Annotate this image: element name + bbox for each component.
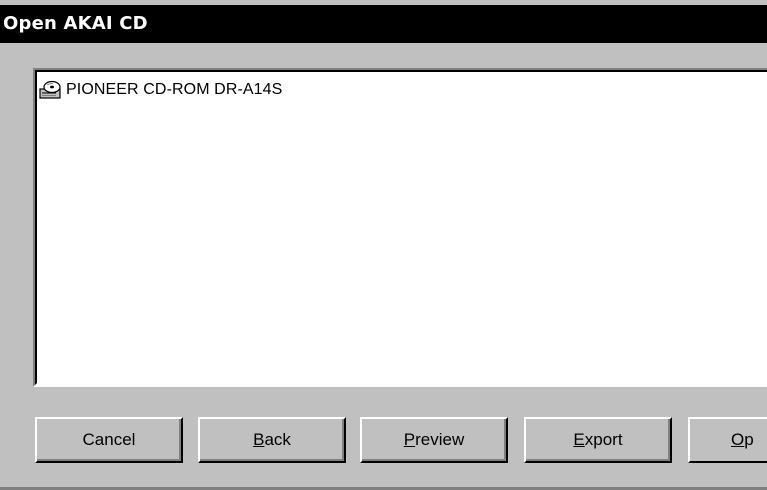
cd-drive-icon: [39, 80, 61, 99]
cancel-button[interactable]: Cancel: [35, 417, 183, 463]
preview-button-label: Preview: [403, 430, 465, 449]
title-bar[interactable]: Open AKAI CD: [0, 5, 767, 43]
preview-button[interactable]: Preview: [360, 417, 508, 463]
open-button[interactable]: Op: [688, 417, 767, 463]
drive-list[interactable]: [35, 70, 767, 385]
open-button-label: Op: [731, 430, 754, 449]
drive-label: PIONEER CD-ROM DR-A14S: [66, 81, 283, 98]
export-button-label: Export: [573, 430, 623, 449]
list-item[interactable]: PIONEER CD-ROM DR-A14S: [39, 79, 282, 101]
export-button[interactable]: Export: [524, 417, 672, 463]
cancel-button-label: Cancel: [82, 430, 136, 449]
back-button-label: Back: [253, 430, 291, 449]
window-title: Open AKAI CD: [3, 13, 148, 34]
back-button[interactable]: Back: [198, 417, 346, 463]
